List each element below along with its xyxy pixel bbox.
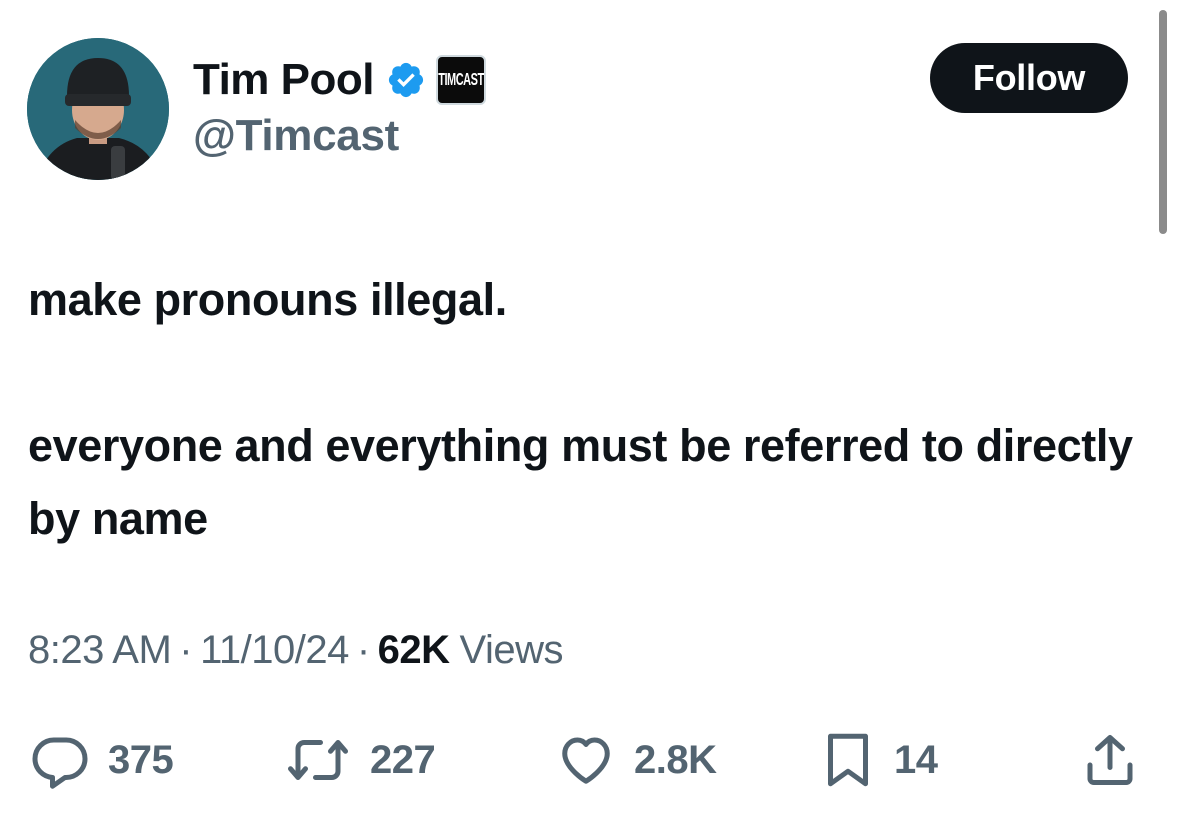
- reply-icon: [30, 730, 90, 790]
- meta-separator: ·: [179, 628, 193, 672]
- tweet-text: make pronouns illegal. everyone and ever…: [28, 263, 1158, 555]
- repost-button[interactable]: 227: [284, 720, 436, 800]
- share-icon: [1082, 730, 1138, 790]
- bookmark-button[interactable]: 14: [820, 720, 938, 800]
- follow-button[interactable]: Follow: [930, 43, 1128, 113]
- affiliate-badge-text: TIMCAST: [438, 70, 484, 90]
- author-block: Tim Pool TIMCAST @Timcast: [193, 52, 486, 160]
- tweet-line: everyone and everything must be referred…: [28, 420, 1133, 544]
- views-count[interactable]: 62K: [378, 628, 450, 673]
- share-button[interactable]: [1082, 720, 1138, 800]
- like-button[interactable]: 2.8K: [556, 720, 717, 800]
- repost-icon: [284, 730, 352, 790]
- display-name[interactable]: Tim Pool: [193, 58, 374, 102]
- reply-button[interactable]: 375: [30, 720, 174, 800]
- tweet-line: make pronouns illegal.: [28, 274, 507, 325]
- verified-badge-icon[interactable]: [386, 60, 426, 100]
- tweet-date[interactable]: 11/10/24: [200, 628, 349, 673]
- bookmark-count: 14: [894, 737, 938, 782]
- tweet-card: Tim Pool TIMCAST @Timcast Follow make pr…: [0, 0, 1179, 815]
- tweet-meta: 8:23 AM · 11/10/24 · 62K Views: [28, 628, 564, 673]
- tweet-time[interactable]: 8:23 AM: [28, 628, 172, 673]
- avatar[interactable]: [27, 38, 169, 180]
- affiliate-badge[interactable]: TIMCAST: [435, 55, 486, 105]
- handle[interactable]: @Timcast: [193, 111, 486, 160]
- like-count: 2.8K: [634, 737, 717, 782]
- repost-count: 227: [370, 737, 436, 782]
- like-icon: [556, 730, 616, 790]
- bookmark-icon: [820, 730, 876, 790]
- reply-count: 375: [108, 737, 174, 782]
- views-label: Views: [459, 628, 564, 672]
- action-bar: 375 227 2.8K 14: [0, 720, 1179, 800]
- scrollbar[interactable]: [1159, 10, 1167, 234]
- meta-separator: ·: [356, 628, 370, 672]
